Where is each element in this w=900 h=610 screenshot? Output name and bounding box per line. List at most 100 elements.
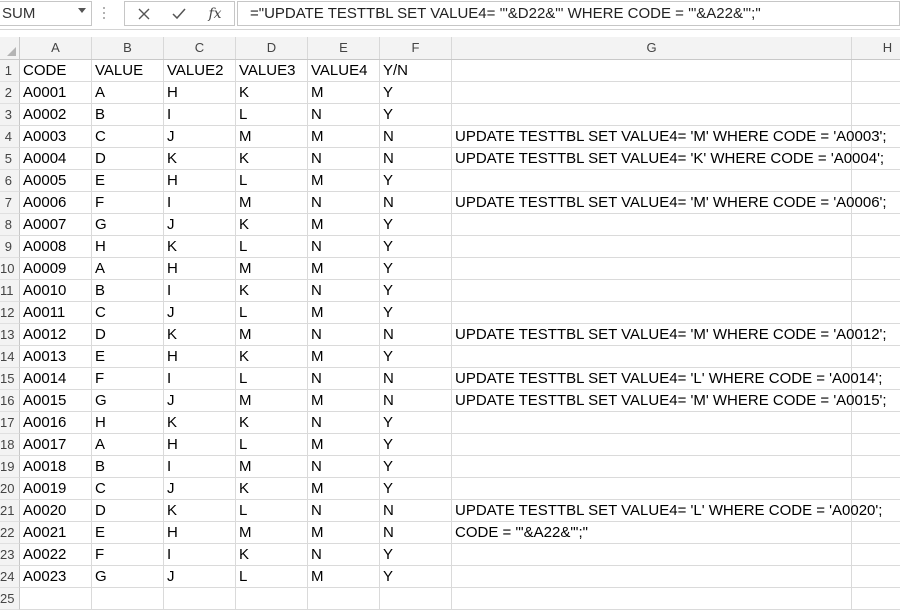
cell[interactable] xyxy=(852,170,900,192)
row-header[interactable]: 1 xyxy=(0,60,20,82)
chevron-down-icon[interactable] xyxy=(78,8,86,13)
cell[interactable]: N xyxy=(380,324,452,346)
cell[interactable] xyxy=(452,170,852,192)
cell[interactable]: VALUE xyxy=(92,60,164,82)
cell[interactable] xyxy=(852,588,900,610)
cell[interactable] xyxy=(164,588,236,610)
cell[interactable]: Y xyxy=(380,170,452,192)
cell[interactable]: K xyxy=(236,82,308,104)
cell[interactable]: F xyxy=(92,192,164,214)
cell[interactable] xyxy=(236,588,308,610)
cell[interactable]: Y xyxy=(380,434,452,456)
cell[interactable] xyxy=(852,60,900,82)
cell[interactable]: Y xyxy=(380,82,452,104)
cell[interactable] xyxy=(452,280,852,302)
cell[interactable]: G xyxy=(92,214,164,236)
cell[interactable]: Y xyxy=(380,566,452,588)
cell[interactable] xyxy=(852,522,900,544)
cell[interactable]: B xyxy=(92,456,164,478)
row-header[interactable]: 25 xyxy=(0,588,20,610)
cell[interactable] xyxy=(852,500,900,522)
cell[interactable]: CODE xyxy=(20,60,92,82)
cell[interactable]: D xyxy=(92,148,164,170)
cell[interactable]: VALUE2 xyxy=(164,60,236,82)
cell[interactable]: H xyxy=(164,82,236,104)
cell[interactable]: K xyxy=(236,214,308,236)
cell[interactable]: A0019 xyxy=(20,478,92,500)
cell[interactable]: N xyxy=(308,148,380,170)
cell[interactable]: J xyxy=(164,126,236,148)
cell[interactable] xyxy=(852,302,900,324)
cell[interactable]: D xyxy=(92,500,164,522)
cell[interactable] xyxy=(852,346,900,368)
cell[interactable]: Y xyxy=(380,544,452,566)
cell[interactable]: N xyxy=(380,522,452,544)
cell[interactable]: N xyxy=(308,324,380,346)
cell[interactable] xyxy=(852,324,900,346)
cell[interactable]: N xyxy=(380,500,452,522)
cell[interactable]: J xyxy=(164,478,236,500)
cell[interactable]: Y xyxy=(380,214,452,236)
cell[interactable] xyxy=(852,258,900,280)
cell[interactable]: L xyxy=(236,104,308,126)
cell[interactable]: A0008 xyxy=(20,236,92,258)
cell[interactable]: I xyxy=(164,192,236,214)
column-header[interactable]: F xyxy=(380,37,452,59)
cell[interactable] xyxy=(852,148,900,170)
row-header[interactable]: 18 xyxy=(0,434,20,456)
cell[interactable]: B xyxy=(92,104,164,126)
cell[interactable]: K xyxy=(164,412,236,434)
formula-input[interactable]: ="UPDATE TESTTBL SET VALUE4= '"&D22&"' W… xyxy=(237,1,900,26)
cell[interactable] xyxy=(452,214,852,236)
cell[interactable]: A0014 xyxy=(20,368,92,390)
cell[interactable]: J xyxy=(164,302,236,324)
cell[interactable] xyxy=(452,434,852,456)
cell[interactable] xyxy=(452,588,852,610)
cell[interactable]: K xyxy=(164,324,236,346)
column-header[interactable]: D xyxy=(236,37,308,59)
cell[interactable]: H xyxy=(164,434,236,456)
cell[interactable] xyxy=(852,214,900,236)
cell[interactable]: M xyxy=(308,390,380,412)
row-header[interactable]: 11 xyxy=(0,280,20,302)
cell[interactable]: K xyxy=(236,544,308,566)
insert-function-button[interactable]: fx xyxy=(199,2,231,25)
cell[interactable]: N xyxy=(308,280,380,302)
cell[interactable]: A0013 xyxy=(20,346,92,368)
cell[interactable]: M xyxy=(308,82,380,104)
cell[interactable]: M xyxy=(308,566,380,588)
cell[interactable]: M xyxy=(308,126,380,148)
select-all-button[interactable] xyxy=(0,37,20,59)
cell[interactable]: VALUE4 xyxy=(308,60,380,82)
cell[interactable]: UPDATE TESTTBL SET VALUE4= 'M' WHERE COD… xyxy=(452,324,887,346)
cell[interactable]: Y/N xyxy=(380,60,452,82)
cell[interactable]: N xyxy=(308,192,380,214)
row-header[interactable]: 23 xyxy=(0,544,20,566)
cell[interactable]: VALUE3 xyxy=(236,60,308,82)
cell[interactable]: N xyxy=(308,104,380,126)
cell[interactable]: M xyxy=(308,522,380,544)
row-header[interactable]: 8 xyxy=(0,214,20,236)
cell[interactable] xyxy=(852,456,900,478)
cell[interactable]: N xyxy=(308,456,380,478)
row-header[interactable]: 13 xyxy=(0,324,20,346)
cell[interactable] xyxy=(852,368,900,390)
row-header[interactable]: 19 xyxy=(0,456,20,478)
column-header[interactable]: E xyxy=(308,37,380,59)
cell[interactable]: M xyxy=(308,170,380,192)
cell[interactable]: M xyxy=(308,258,380,280)
cell[interactable]: A0007 xyxy=(20,214,92,236)
cell[interactable]: H xyxy=(92,412,164,434)
cell[interactable] xyxy=(852,192,900,214)
cell[interactable]: K xyxy=(236,148,308,170)
cell[interactable]: N xyxy=(380,126,452,148)
cell[interactable]: Y xyxy=(380,412,452,434)
cell[interactable]: K xyxy=(236,280,308,302)
cell[interactable]: UPDATE TESTTBL SET VALUE4= 'M' WHERE COD… xyxy=(452,126,887,148)
cell[interactable] xyxy=(380,588,452,610)
row-header[interactable]: 5 xyxy=(0,148,20,170)
cell[interactable]: Y xyxy=(380,456,452,478)
cell[interactable]: N xyxy=(380,148,452,170)
cell[interactable]: M xyxy=(308,478,380,500)
cell[interactable]: H xyxy=(164,258,236,280)
